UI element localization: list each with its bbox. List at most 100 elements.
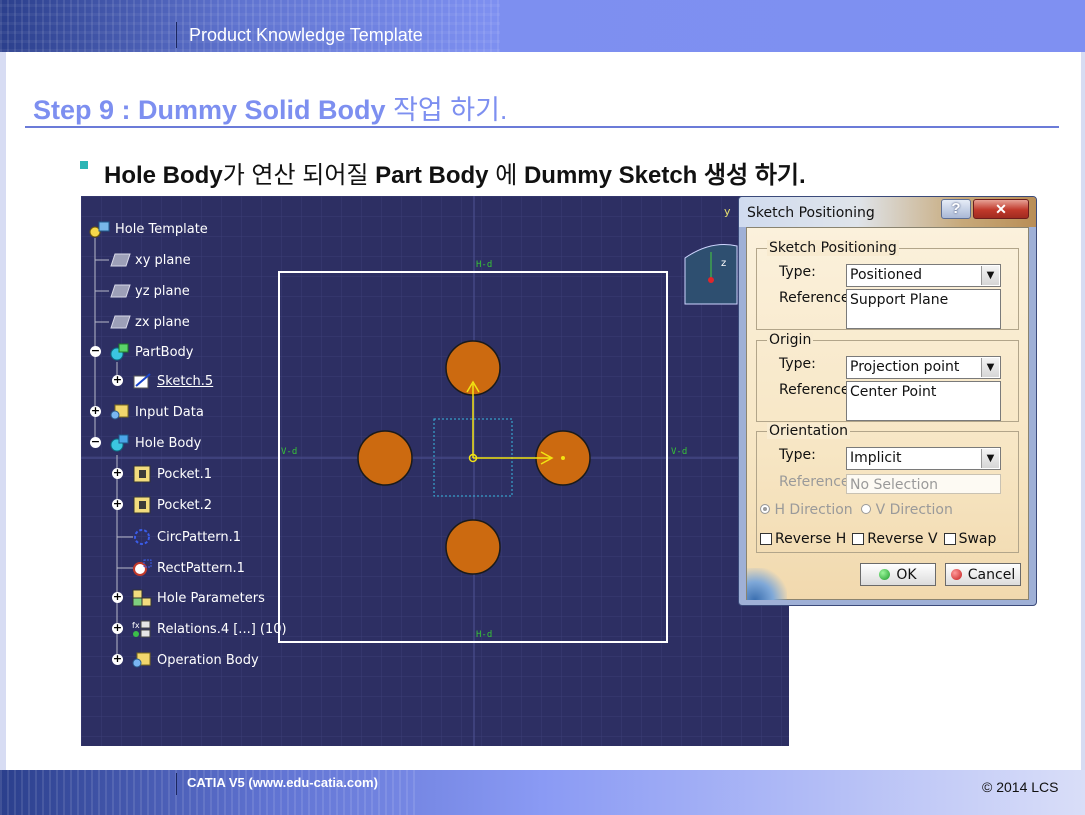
group-label: Origin bbox=[767, 332, 814, 348]
title-rule bbox=[25, 126, 1059, 128]
ok-button[interactable]: OK bbox=[860, 563, 936, 586]
step-title-korean: 작업 하기. bbox=[393, 95, 508, 125]
reverse-v-checkbox[interactable]: Reverse V bbox=[852, 531, 938, 547]
cancel-button[interactable]: Cancel bbox=[945, 563, 1021, 586]
collapse-icon[interactable]: − bbox=[90, 345, 101, 357]
tree-item-pocket2[interactable]: Pocket.2 bbox=[131, 494, 212, 516]
pocket-icon bbox=[133, 496, 151, 514]
checkbox-box[interactable] bbox=[760, 533, 772, 545]
footer-separator bbox=[176, 773, 177, 795]
tree-item-zx-plane[interactable]: zx plane bbox=[109, 311, 190, 333]
tree-label: Relations.4 [...] (10) bbox=[157, 621, 287, 637]
tree-label: PartBody bbox=[135, 344, 194, 360]
tree-item-xy-plane[interactable]: xy plane bbox=[109, 249, 191, 271]
tree-item-relations4[interactable]: fx Relations.4 [...] (10) bbox=[131, 618, 287, 640]
plane-icon bbox=[110, 315, 131, 329]
tree-label: RectPattern.1 bbox=[157, 560, 245, 576]
expand-icon[interactable]: + bbox=[112, 467, 123, 479]
footer-right: © 2014 LCS bbox=[982, 779, 1059, 795]
tree-item-sketch5[interactable]: Sketch.5 bbox=[131, 370, 213, 392]
checkbox-box[interactable] bbox=[852, 533, 865, 545]
tree-label: xy plane bbox=[135, 252, 191, 268]
dialog-title: Sketch Positioning bbox=[747, 205, 875, 221]
expand-icon[interactable]: + bbox=[112, 591, 123, 603]
expand-icon[interactable]: + bbox=[112, 374, 123, 386]
close-button[interactable]: ✕ bbox=[973, 199, 1029, 219]
axis-label-bottom: H-d bbox=[476, 630, 493, 640]
tree-item-rectpattern1[interactable]: RectPattern.1 bbox=[131, 557, 245, 579]
tree-item-pocket1[interactable]: Pocket.1 bbox=[131, 463, 212, 485]
type-label: Type: bbox=[779, 447, 816, 463]
group-origin: Origin Type: Projection point ▼ Referenc… bbox=[756, 332, 1019, 422]
dialog-body: Sketch Positioning Type: Positioned ▼ Re… bbox=[746, 227, 1029, 600]
bullet-bold-2: Part Body bbox=[375, 162, 489, 189]
sketch-icon bbox=[133, 373, 151, 389]
tree-item-yz-plane[interactable]: yz plane bbox=[109, 280, 190, 302]
right-stripe bbox=[1081, 52, 1085, 770]
direction-radio-group: H Direction V Direction bbox=[760, 502, 953, 518]
help-button[interactable]: ? bbox=[941, 199, 971, 219]
origin-type-select[interactable]: Projection point ▼ bbox=[846, 356, 1001, 379]
tree-item-hole-body[interactable]: Hole Body bbox=[109, 432, 201, 454]
reference-label: Reference: bbox=[779, 474, 855, 490]
tree-item-circpattern1[interactable]: CircPattern.1 bbox=[131, 526, 241, 548]
tree-label: Hole Template bbox=[115, 221, 208, 237]
left-stripe bbox=[0, 52, 6, 770]
select-value: Projection point bbox=[850, 359, 960, 375]
step-title: Step 9 : Dummy Solid Body 작업 하기. bbox=[33, 88, 507, 127]
v-direction-label: V Direction bbox=[875, 502, 953, 518]
bullet-mark bbox=[80, 161, 88, 169]
h-direction-label: H Direction bbox=[774, 502, 853, 518]
tree-root[interactable]: Hole Template bbox=[89, 218, 208, 240]
select-value: Implicit bbox=[850, 450, 902, 466]
tree-label: CircPattern.1 bbox=[157, 529, 242, 545]
chevron-down-icon[interactable]: ▼ bbox=[981, 266, 999, 285]
group-label: Sketch Positioning bbox=[767, 240, 899, 256]
tree-item-operation-body[interactable]: Operation Body bbox=[131, 649, 259, 671]
h-direction-radio[interactable] bbox=[760, 504, 770, 514]
catia-viewport[interactable]: H-d H-d V-d V-d y z Hole Template xy pla… bbox=[81, 196, 789, 746]
positioning-type-select[interactable]: Positioned ▼ bbox=[846, 264, 1001, 287]
bullet-bold-1: Hole Body bbox=[104, 162, 223, 189]
swap-checkbox[interactable]: Swap bbox=[943, 531, 997, 547]
hole-left bbox=[357, 430, 413, 486]
expand-icon[interactable]: + bbox=[112, 498, 123, 510]
globe-icon bbox=[747, 568, 787, 600]
checkbox-label: Reverse H bbox=[775, 531, 847, 547]
dialog-titlebar[interactable]: Sketch Positioning ? ✕ bbox=[739, 197, 1036, 227]
footer-left: CATIA V5 (www.edu-catia.com) bbox=[187, 775, 378, 790]
bullet-bold-3: Dummy Sketch bbox=[523, 162, 698, 189]
plane-icon bbox=[110, 284, 131, 298]
cancel-icon bbox=[950, 569, 962, 580]
tree-item-partbody[interactable]: PartBody bbox=[109, 341, 193, 363]
checkbox-label: Swap bbox=[958, 531, 997, 547]
v-direction-radio[interactable] bbox=[861, 504, 872, 514]
chevron-down-icon[interactable]: ▼ bbox=[981, 358, 999, 377]
checkbox-box[interactable] bbox=[943, 533, 956, 545]
tree-item-input-data[interactable]: Input Data bbox=[109, 401, 204, 423]
positioning-reference-field[interactable]: Support Plane bbox=[846, 289, 1001, 329]
group-label: Orientation bbox=[767, 423, 851, 439]
part-icon bbox=[89, 221, 110, 238]
expand-icon[interactable]: + bbox=[90, 405, 101, 417]
expand-icon[interactable]: + bbox=[112, 653, 123, 665]
expand-icon[interactable]: + bbox=[112, 622, 123, 634]
svg-text:fx: fx bbox=[132, 621, 140, 630]
body-icon bbox=[110, 343, 129, 361]
checkbox-label: Reverse V bbox=[867, 531, 938, 547]
tree-label: Operation Body bbox=[157, 652, 259, 668]
origin-reference-field[interactable]: Center Point bbox=[846, 381, 1001, 421]
orientation-type-select[interactable]: Implicit ▼ bbox=[846, 447, 1001, 470]
tree-label: Input Data bbox=[135, 404, 204, 420]
axis-label-top: H-d bbox=[476, 260, 493, 270]
tree-label: zx plane bbox=[135, 314, 190, 330]
orientation-reference-field[interactable]: No Selection bbox=[846, 474, 1001, 494]
rect-pattern-icon bbox=[133, 559, 152, 576]
collapse-icon[interactable]: − bbox=[90, 436, 101, 448]
sketch-positioning-dialog[interactable]: Sketch Positioning ? ✕ Sketch Positionin… bbox=[738, 196, 1037, 606]
tree-item-hole-parameters[interactable]: Hole Parameters bbox=[131, 587, 265, 609]
reverse-h-checkbox[interactable]: Reverse H bbox=[760, 531, 846, 547]
reference-label: Reference: bbox=[779, 290, 855, 306]
ok-label: OK bbox=[896, 566, 917, 583]
chevron-down-icon[interactable]: ▼ bbox=[981, 449, 999, 468]
